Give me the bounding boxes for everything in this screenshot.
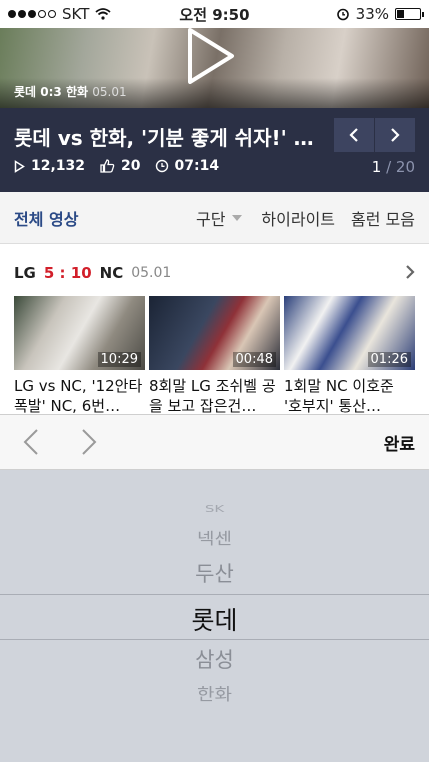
game-score: 5 : 10 [43, 264, 92, 282]
picker-option[interactable]: 한화 [0, 682, 429, 706]
clip-thumbnail: 01:26 [284, 296, 415, 370]
chevron-right-icon [82, 429, 97, 455]
filter-tabs: 전체 영상 구단 하이라이트 홈런 모음 [0, 192, 429, 244]
team-dropdown[interactable]: 구단 [196, 206, 243, 230]
home-team: LG [14, 264, 36, 282]
game-section: LG 5 : 10 NC 05.01 10:29 LG vs NC, '12안타… [0, 244, 429, 416]
clip-caption: LG vs NC, '12안타 폭발' NC, 6번… [14, 377, 143, 415]
picker-option[interactable]: SK [0, 503, 429, 515]
signal-strength-icon [8, 10, 56, 18]
caret-down-icon [232, 214, 243, 221]
video-title[interactable]: 롯데 vs 한화, '기분 좋게 쉬자!' … [14, 122, 329, 151]
next-video-button[interactable] [375, 118, 415, 152]
picker-option[interactable]: 두산 [0, 558, 429, 588]
clip-item[interactable]: 01:26 1회말 NC 이호준 '호부지' 통산… [284, 296, 415, 416]
clip-item[interactable]: 10:29 LG vs NC, '12안타 폭발' NC, 6번… [14, 296, 145, 416]
picker-selected-option[interactable]: 롯데 [0, 601, 429, 637]
picker-option[interactable]: 넥센 [0, 526, 429, 549]
video-pager: 1 / 20 [371, 158, 415, 176]
tab-highlight[interactable]: 하이라이트 [261, 206, 335, 230]
team-picker[interactable]: SK 넥센 두산 롯데 삼성 한화 [0, 470, 429, 762]
clip-duration: 10:29 [97, 352, 141, 367]
clip-duration: 00:48 [232, 352, 276, 367]
tab-all-videos[interactable]: 전체 영상 [14, 206, 78, 230]
video-stats: 12,132 20 07:14 [14, 158, 219, 174]
clip-item[interactable]: 00:48 8회말 LG 조쉬벨 공을 보고 잡은건… [149, 296, 280, 416]
play-count-icon [14, 159, 25, 173]
battery-icon [395, 8, 424, 20]
clip-thumbnail: 10:29 [14, 296, 145, 370]
video-duration: 07:14 [155, 158, 219, 174]
clip-caption: 8회말 LG 조쉬벨 공을 보고 잡은건… [149, 377, 276, 415]
alarm-icon [336, 8, 349, 21]
chevron-right-icon[interactable] [405, 264, 415, 280]
game-date: 05.01 [131, 265, 172, 281]
game-header[interactable]: LG 5 : 10 NC 05.01 [14, 264, 171, 282]
status-left: SKT [8, 5, 111, 23]
video-caption: 롯데 0:3 한화 05.01 [14, 85, 127, 99]
picker-next-button[interactable] [72, 425, 106, 459]
clip-duration: 01:26 [367, 352, 411, 367]
video-banner[interactable]: 롯데 0:3 한화 05.01 [0, 28, 429, 108]
chevron-left-icon [23, 429, 38, 455]
done-button[interactable]: 완료 [384, 430, 415, 455]
clip-list: 10:29 LG vs NC, '12안타 폭발' NC, 6번… 00:48 … [14, 296, 415, 416]
video-nav [334, 118, 415, 152]
play-icon[interactable] [180, 28, 240, 84]
away-team: NC [99, 264, 124, 282]
carrier-label: SKT [62, 5, 90, 23]
picker-option[interactable]: 삼성 [0, 644, 429, 674]
status-bar: SKT 오전 9:50 33% [0, 0, 429, 28]
chevron-right-icon [391, 128, 400, 142]
video-info-bar: 롯데 vs 한화, '기분 좋게 쉬자!' … 12,132 20 07:14 … [0, 108, 429, 192]
status-right: 33% [336, 5, 424, 23]
thumbs-up-icon [100, 159, 115, 173]
wifi-icon [95, 8, 111, 20]
view-count: 12,132 [14, 158, 85, 174]
picker-toolbar: 완료 [0, 414, 429, 470]
clip-thumbnail: 00:48 [149, 296, 280, 370]
battery-percent: 33% [355, 5, 389, 23]
previous-video-button[interactable] [334, 118, 374, 152]
picker-prev-button[interactable] [14, 425, 48, 459]
tab-homerun[interactable]: 홈런 모음 [351, 206, 415, 230]
clock-icon [155, 159, 168, 173]
clip-caption: 1회말 NC 이호준 '호부지' 통산… [284, 377, 394, 415]
chevron-left-icon [349, 128, 358, 142]
like-count[interactable]: 20 [99, 158, 141, 174]
